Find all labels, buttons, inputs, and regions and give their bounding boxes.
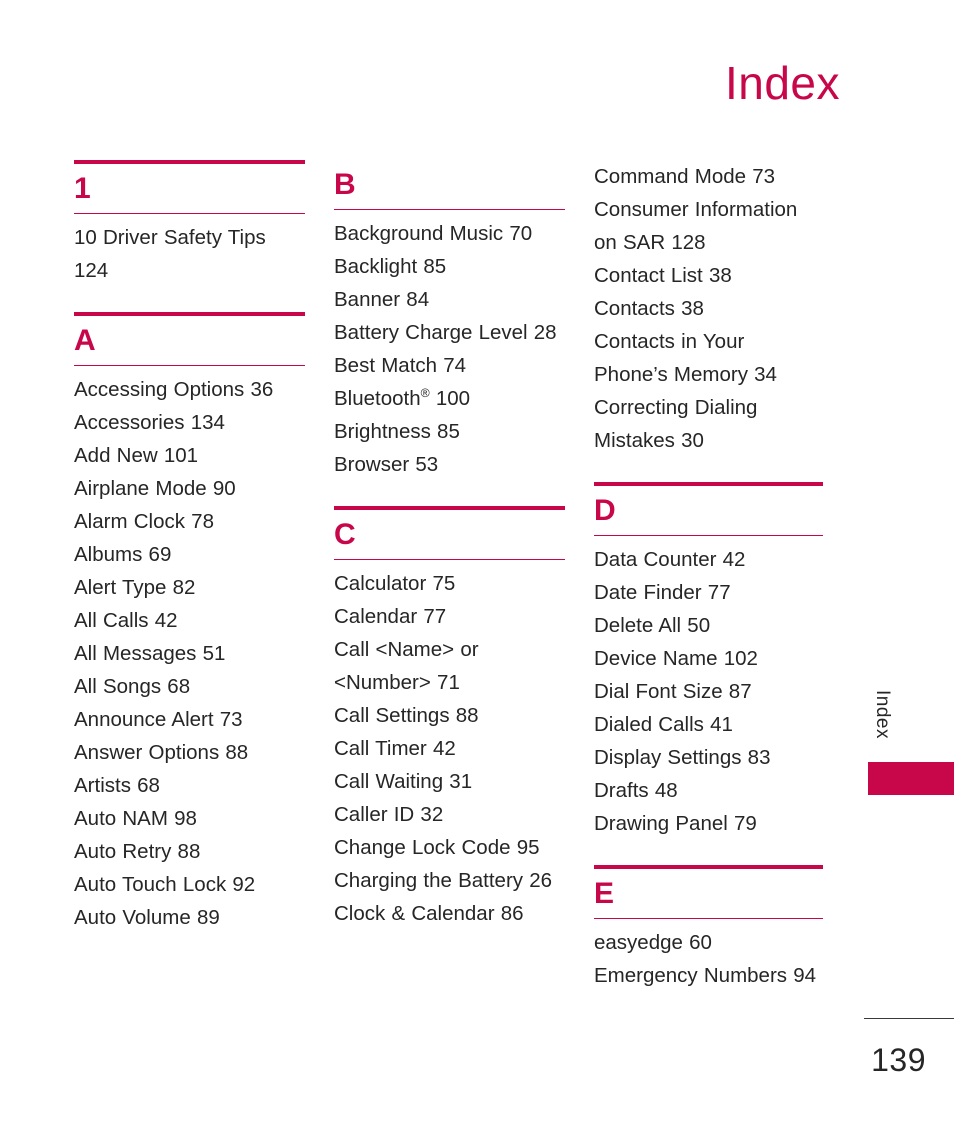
index-entry[interactable]: Clock & Calendar 86 — [334, 897, 565, 930]
index-entry[interactable]: Data Counter 42 — [594, 543, 823, 576]
index-entry[interactable]: Call Timer 42 — [334, 732, 565, 765]
index-section-E: Eeasyedge 60 Emergency Numbers 94 — [594, 865, 823, 992]
index-entry[interactable]: Charging the Battery 26 — [334, 864, 565, 897]
index-entry[interactable]: Alarm Clock 78 — [74, 505, 305, 538]
index-entry-list: Command Mode 73 Consumer Information on S… — [594, 160, 823, 457]
section-rule-bottom — [334, 209, 565, 210]
section-rule-bottom — [74, 213, 305, 214]
index-entry[interactable]: Add New 101 — [74, 439, 305, 472]
section-rule-bottom — [594, 535, 823, 536]
index-section-C: C Calculator 75 Calendar 77 Call <Name> or … — [334, 506, 565, 930]
index-entry[interactable]: Command Mode 73 — [594, 160, 823, 193]
index-entry[interactable]: Caller ID 32 — [334, 798, 565, 831]
index-entry[interactable]: Change Lock Code 95 — [334, 831, 565, 864]
index-entry-list: Calculator 75 Calendar 77 Call <Name> or <… — [334, 567, 565, 930]
index-section-continued: Command Mode 73 Consumer Information on S… — [594, 160, 823, 457]
index-entry[interactable]: Alert Type 82 — [74, 571, 305, 604]
index-entry[interactable]: Banner 84 — [334, 283, 565, 316]
index-entry[interactable]: Browser 53 — [334, 448, 565, 481]
index-entry[interactable]: Auto Retry 88 — [74, 835, 305, 868]
folio-divider — [864, 1018, 954, 1019]
index-entry[interactable]: Call Settings 88 — [334, 699, 565, 732]
index-entry[interactable]: Artists 68 — [74, 769, 305, 802]
index-entry-list: Accessing Options 36 Accessories 134 Add N… — [74, 373, 305, 934]
index-entry[interactable]: Background Music 70 — [334, 217, 565, 250]
index-entry[interactable]: Auto Touch Lock 92 — [74, 868, 305, 901]
index-entry-list: 10 Driver Safety Tips 124 — [74, 221, 305, 287]
index-entry[interactable]: Brightness 85 — [334, 415, 565, 448]
index-entry[interactable]: All Messages 51 — [74, 637, 305, 670]
index-entry[interactable]: Airplane Mode 90 — [74, 472, 305, 505]
index-entry[interactable]: Bluetooth® 100 — [334, 382, 565, 415]
index-section-D: D Data Counter 42 Date Finder 77 Delete All… — [594, 482, 823, 840]
index-entry[interactable]: Auto Volume 89 — [74, 901, 305, 934]
index-entry[interactable]: Accessing Options 36 — [74, 373, 305, 406]
section-letter: C — [334, 518, 356, 551]
index-section-1: 1 10 Driver Safety Tips 124 — [74, 160, 305, 287]
index-entry[interactable]: Emergency Numbers 94 — [594, 959, 823, 992]
index-entry[interactable]: Call <Name> or <Number> 71 — [334, 633, 565, 699]
index-entry[interactable]: Drawing Panel 79 — [594, 807, 823, 840]
section-rule-bottom — [74, 365, 305, 366]
column-1: 1 10 Driver Safety Tips 124 A Accessing Opt… — [74, 160, 305, 934]
index-section-A: A Accessing Options 36 Accessories 134 Add … — [74, 312, 305, 934]
section-letter: 1 — [74, 172, 91, 205]
index-entry[interactable]: Announce Alert 73 — [74, 703, 305, 736]
index-entry[interactable]: All Songs 68 — [74, 670, 305, 703]
index-entry[interactable]: Calculator 75 — [334, 567, 565, 600]
index-entry[interactable]: Accessories 134 — [74, 406, 305, 439]
index-entry[interactable]: Correcting Dialing Mistakes 30 — [594, 391, 823, 457]
index-entry[interactable]: Answer Options 88 — [74, 736, 305, 769]
index-entry[interactable]: Consumer Information on SAR 128 — [594, 193, 823, 259]
section-rule-bottom — [594, 918, 823, 919]
index-entry[interactable]: Dialed Calls 41 — [594, 708, 823, 741]
index-entry[interactable]: Drafts 48 — [594, 774, 823, 807]
index-entry[interactable]: Dial Font Size 87 — [594, 675, 823, 708]
index-entry-list: easyedge 60 Emergency Numbers 94 — [594, 926, 823, 992]
index-entry[interactable]: All Calls 42 — [74, 604, 305, 637]
column-2: B Background Music 70 Backlight 85 Banner 8… — [334, 160, 565, 930]
index-section-B: B Background Music 70 Backlight 85 Banner 8… — [334, 160, 565, 481]
section-rule-bottom — [334, 559, 565, 560]
index-entry-list: Background Music 70 Backlight 85 Banner 84… — [334, 217, 565, 481]
page-title: Index — [724, 57, 840, 109]
section-letter: B — [334, 168, 356, 201]
side-tab-marker — [868, 762, 954, 795]
index-entry[interactable]: Battery Charge Level 28 — [334, 316, 565, 349]
column-3: Command Mode 73 Consumer Information on S… — [594, 160, 823, 992]
index-entry[interactable]: Delete All 50 — [594, 609, 823, 642]
index-entry[interactable]: Contacts 38 — [594, 292, 823, 325]
index-entry[interactable]: Contacts in Your Phone’s Memory 34 — [594, 325, 823, 391]
index-entry[interactable]: Contact List 38 — [594, 259, 823, 292]
index-entry[interactable]: Date Finder 77 — [594, 576, 823, 609]
section-letter: D — [594, 494, 616, 527]
index-entry[interactable]: Display Settings 83 — [594, 741, 823, 774]
section-letter: E — [594, 877, 615, 910]
section-letter: A — [74, 324, 96, 357]
index-entry[interactable]: Call Waiting 31 — [334, 765, 565, 798]
index-entry[interactable]: Device Name 102 — [594, 642, 823, 675]
index-entry[interactable]: Calendar 77 — [334, 600, 565, 633]
index-columns: 1 10 Driver Safety Tips 124 A Accessing Opt… — [74, 160, 880, 992]
index-entry[interactable]: Albums 69 — [74, 538, 305, 571]
side-tab-label: Index — [872, 690, 893, 739]
index-entry[interactable]: Auto NAM 98 — [74, 802, 305, 835]
index-entry[interactable]: easyedge 60 — [594, 926, 823, 959]
index-entry[interactable]: Best Match 74 — [334, 349, 565, 382]
index-entry[interactable]: 10 Driver Safety Tips 124 — [74, 221, 305, 287]
index-entry-list: Data Counter 42 Date Finder 77 Delete All … — [594, 543, 823, 840]
index-entry[interactable]: Backlight 85 — [334, 250, 565, 283]
page-number: 139 — [871, 1042, 926, 1078]
